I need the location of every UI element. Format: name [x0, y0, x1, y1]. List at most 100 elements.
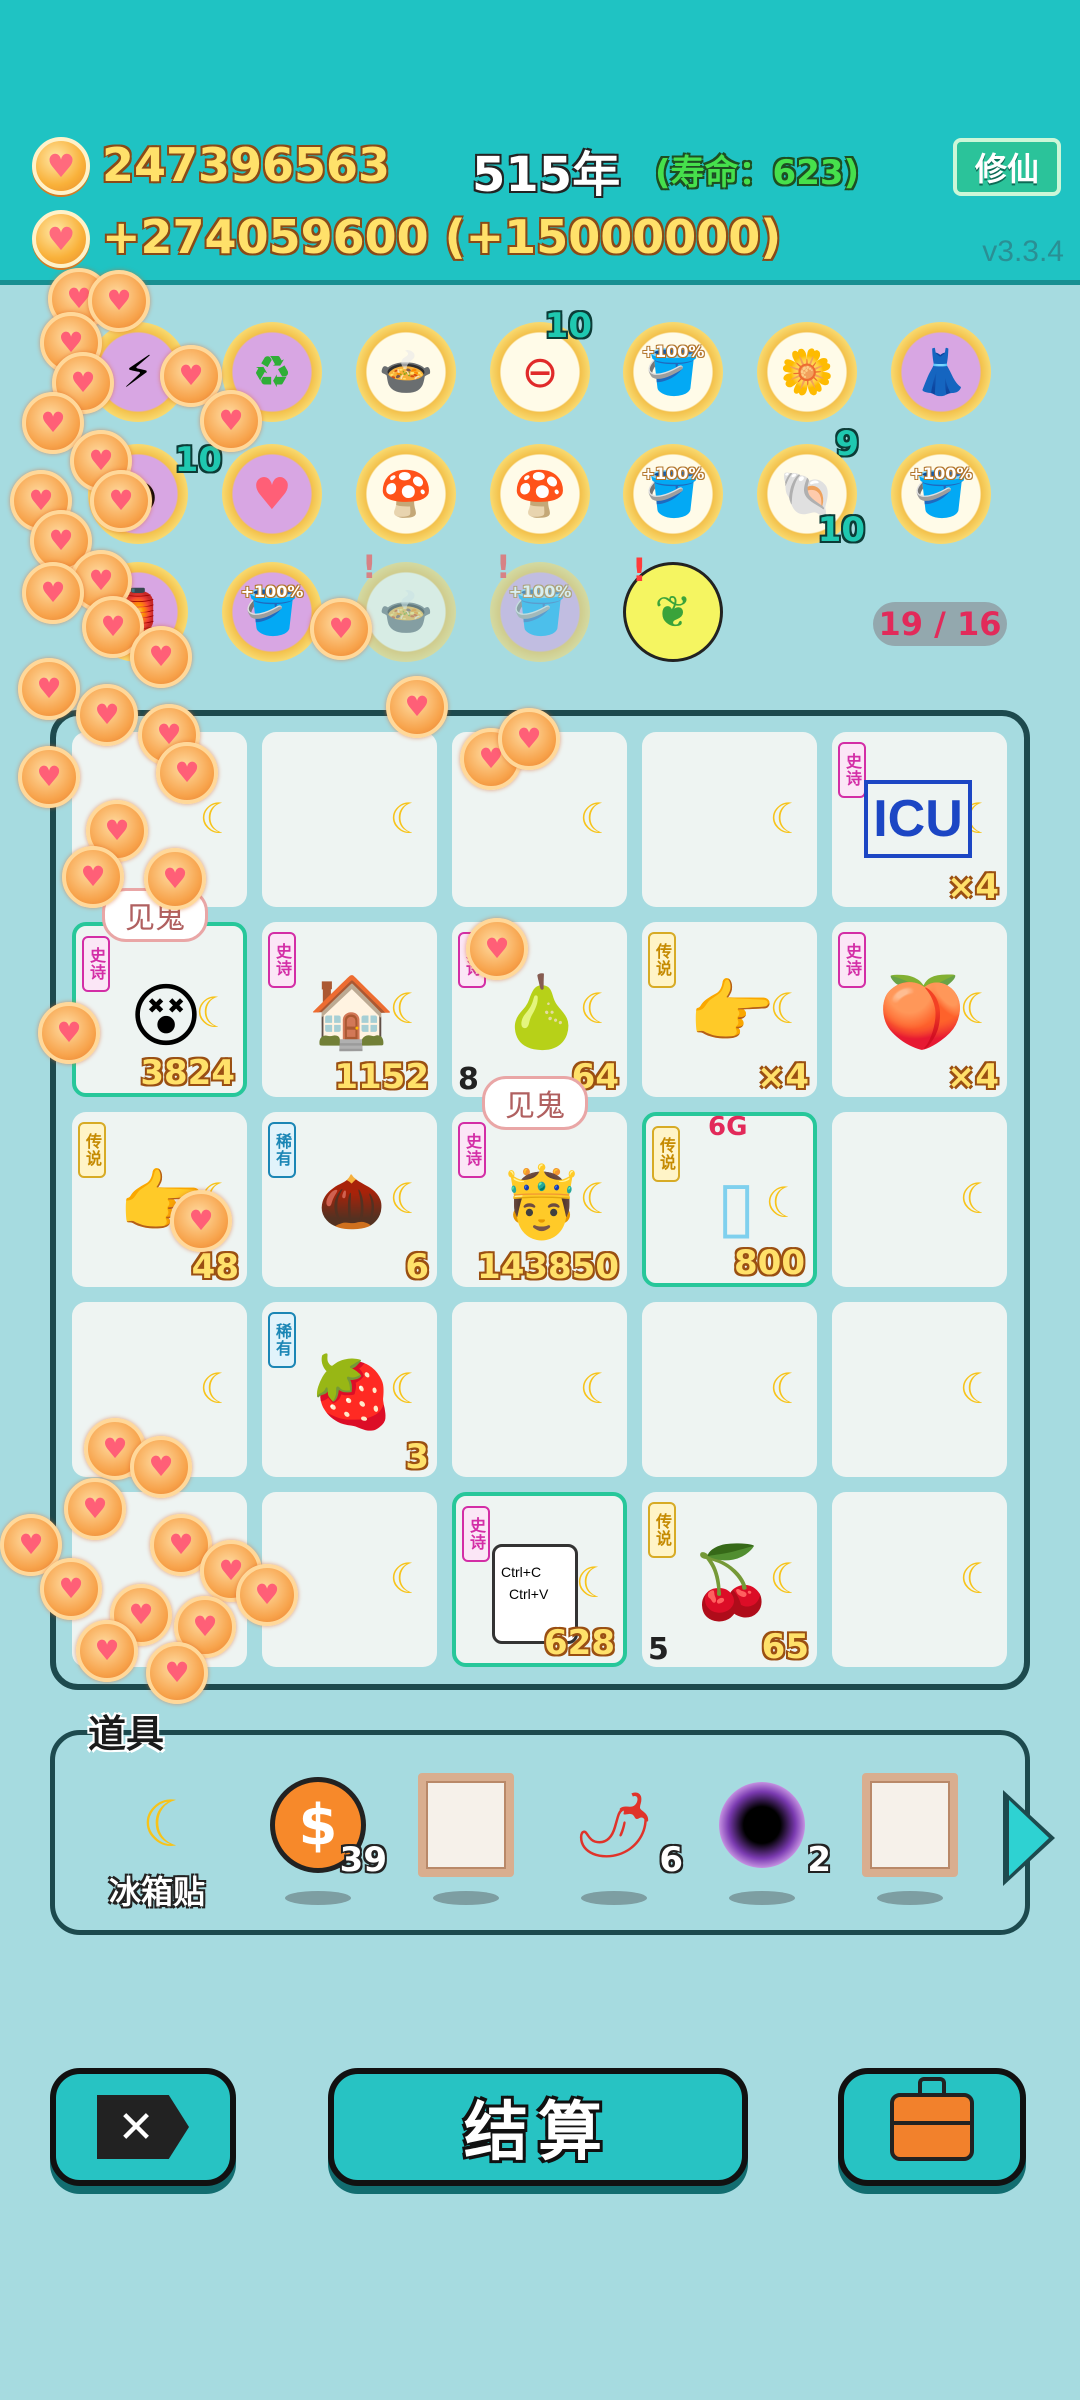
board-cell-nut[interactable]: 稀有 ☾ 🌰 6	[262, 1112, 437, 1287]
moon-icon: ☾	[199, 1364, 237, 1413]
paste-label: Ctrl+V	[509, 1586, 549, 1602]
bucket-buff-pending[interactable]: ! +100% 🪣	[490, 548, 590, 662]
tool-frame[interactable]	[411, 1773, 521, 1905]
board-cell-ghost[interactable]: 史诗 ☾ 😵 3824	[72, 922, 247, 1097]
tool-count: 6	[659, 1840, 683, 1880]
leaf-buff[interactable]: ! ❦	[623, 551, 723, 662]
lychee-icon: 🍓	[308, 1350, 396, 1433]
board-cell[interactable]: ☾	[262, 732, 437, 907]
flying-coin-icon: ♥	[386, 676, 448, 738]
bucket-buff[interactable]: +100% 🪣	[623, 444, 723, 544]
cultivate-button[interactable]: 修仙	[953, 138, 1061, 196]
tool-dollar-coin[interactable]: $ 39	[263, 1775, 387, 1905]
flying-coin-icon: ♥	[236, 1564, 298, 1626]
inventory-button[interactable]	[838, 2068, 1026, 2186]
version-label: v3.3.4	[982, 235, 1064, 268]
rarity-tag: 史诗	[268, 932, 296, 988]
tool-shadow	[433, 1891, 499, 1905]
rarity-tag: 传说	[652, 1126, 680, 1182]
board-cell-fridge[interactable]: 传说 6G ☾ ▯ 800	[642, 1112, 817, 1287]
cell-left-value: 5	[648, 1632, 669, 1667]
rarity-tag: 史诗	[838, 932, 866, 988]
mushroom-cloud-buff-1[interactable]: 🍄	[356, 444, 456, 544]
moon-icon: ☾	[575, 1558, 613, 1607]
board-cell-longan[interactable]: 传说 ☾ 🍒 5 65	[642, 1492, 817, 1667]
level-badge: 6G	[708, 1112, 748, 1142]
moon-icon: ☾	[959, 1174, 997, 1223]
ghost-face-icon: 😵	[129, 975, 203, 1057]
tool-pepper[interactable]: 🌶 6	[559, 1775, 683, 1905]
bunny-house-icon: 🏠	[308, 970, 396, 1053]
income-coin-icon: ♥	[32, 210, 90, 268]
alert-icon: !	[362, 548, 377, 586]
bucket-buff[interactable]: +100% 🪣	[623, 322, 723, 422]
black-hole-icon	[712, 1775, 812, 1875]
rarity-tag: 稀有	[268, 1122, 296, 1178]
flying-coin-icon: ♥	[38, 1002, 100, 1064]
flying-coin-icon: ♥	[144, 848, 206, 910]
mushroom-cloud-buff-2[interactable]: 🍄	[490, 444, 590, 544]
board-cell-house[interactable]: 史诗 ☾ 🏠 1152	[262, 922, 437, 1097]
moon-icon: ☾	[389, 794, 427, 843]
bucket-buff[interactable]: +100% 🪣	[891, 444, 991, 544]
cell-value: 6	[405, 1247, 429, 1287]
flying-coin-icon: ♥	[156, 742, 218, 804]
pot-duck-buff[interactable]: 🍲	[356, 322, 456, 422]
board-cell[interactable]: ☾	[832, 1492, 1007, 1667]
flying-coin-icon: ♥	[130, 1436, 192, 1498]
pot-duck-icon: 🍲	[378, 347, 434, 398]
moon-icon: ☾	[769, 1364, 807, 1413]
tool-shadow	[729, 1891, 795, 1905]
year-display: 515年	[472, 147, 621, 203]
rarity-tag: 史诗	[458, 1122, 486, 1178]
icu-item: ICU	[864, 780, 972, 858]
next-arrow-icon[interactable]	[1003, 1790, 1055, 1886]
pot-duck-buff-pending[interactable]: ! 🍲	[356, 548, 456, 662]
income-rate: +274059600 (+15000000)	[102, 210, 782, 264]
skirt-buff[interactable]: 👗	[891, 322, 991, 422]
bucket-buff[interactable]: +100% 🪣	[222, 562, 322, 662]
cell-value: 65	[761, 1627, 809, 1667]
peach-icon: 🍑	[878, 970, 966, 1053]
tool-frame[interactable]	[855, 1773, 965, 1905]
tool-black-hole[interactable]: 2	[707, 1775, 831, 1905]
cell-left-value: 8	[458, 1062, 479, 1097]
board-cell-copy-paste[interactable]: 史诗 ☾ Ctrl+C Ctrl+V 628	[452, 1492, 627, 1667]
board-cell-ghost-king[interactable]: 史诗 ☾ 🤴 143850	[452, 1112, 627, 1287]
board-cell-icu[interactable]: 史诗 ☾ ICU ×4	[832, 732, 1007, 907]
settle-button[interactable]: 结算	[328, 2068, 748, 2186]
pointing-hand-icon: 👉	[688, 970, 776, 1053]
flower-pot-icon: 🌼	[779, 347, 835, 398]
board-cell-peach[interactable]: 史诗 ☾ 🍑 ×4	[832, 922, 1007, 1097]
board-cell[interactable]: ☾	[642, 1302, 817, 1477]
mushroom-cloud-icon: 🍄	[512, 469, 568, 520]
board-cell[interactable]: ☾	[832, 1302, 1007, 1477]
buff-percent: +100%	[508, 582, 572, 601]
minus-clock-icon: ⊖	[521, 346, 559, 398]
multiplier: ×4	[946, 1057, 999, 1097]
tool-moon-sticker[interactable]: ☾ 冰箱贴	[109, 1775, 225, 1911]
shell-buff[interactable]: 🐚 10	[757, 444, 865, 550]
tool-shadow	[581, 1891, 647, 1905]
exit-button[interactable]: ✕	[50, 2068, 236, 2186]
rarity-tag: 传说	[78, 1122, 106, 1178]
crowned-ghost-icon: 🤴	[498, 1160, 586, 1243]
board-cell[interactable]: ☾	[452, 1302, 627, 1477]
skirt-icon: 👗	[913, 347, 969, 398]
flying-coin-icon: ♥	[62, 846, 124, 908]
board-cell-hand[interactable]: 传说 ☾ 👉 ×4	[642, 922, 817, 1097]
buff-percent: +100%	[240, 582, 304, 601]
board-cell[interactable]: ☾	[642, 732, 817, 907]
flying-coin-icon: ♥	[40, 1558, 102, 1620]
pepper-icon: 🌶	[573, 1788, 655, 1863]
nut-icon: 🌰	[318, 1170, 386, 1233]
cell-value: 3	[405, 1437, 429, 1477]
moon-icon: ☾	[959, 1364, 997, 1413]
minus-clock-buff[interactable]: ⊖ 10	[490, 306, 592, 422]
flying-coin-icon: ♥	[22, 562, 84, 624]
flower-pot-buff[interactable]: 🌼 9	[757, 322, 859, 464]
moon-icon: ☾	[579, 1364, 617, 1413]
heart-coin-buff[interactable]: ♥	[222, 444, 322, 544]
board-cell[interactable]: ☾	[832, 1112, 1007, 1287]
board-cell-lychee[interactable]: 稀有 ☾ 🍓 3	[262, 1302, 437, 1477]
